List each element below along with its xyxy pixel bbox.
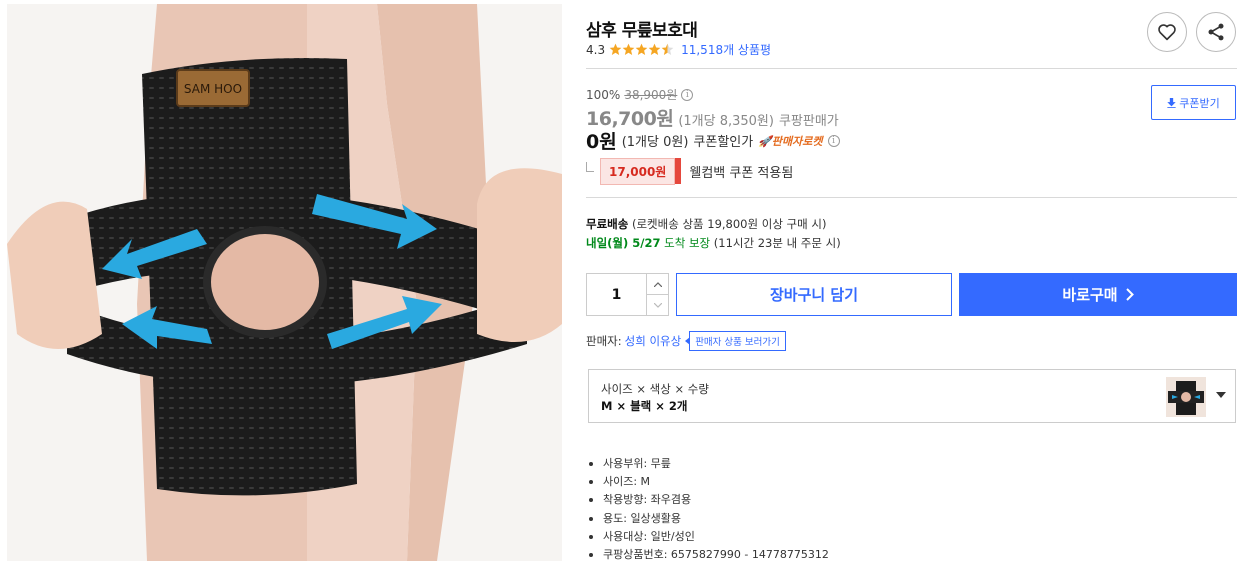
quantity-stepper[interactable]: 1	[586, 273, 669, 316]
discount-row: 100% 38,900원 i	[586, 86, 694, 103]
option-selector[interactable]: 사이즈 × 색상 × 수량 M × 블랙 × 2개	[588, 369, 1236, 423]
coupon-download-button[interactable]: 쿠폰받기	[1151, 85, 1236, 120]
free-shipping-label: 무료배송	[586, 217, 629, 231]
free-shipping-detail: (로켓배송 상품 19,800원 이상 구매 시)	[631, 217, 827, 231]
buy-now-label: 바로구매	[1062, 286, 1118, 304]
welcome-coupon-text: 웰컴백 쿠폰 적용됨	[689, 166, 794, 181]
coupon-price-row: 0원 (1개당 0원) 쿠폰할인가 🚀판매자로켓 i	[586, 127, 840, 154]
heart-icon	[1158, 24, 1176, 41]
chevron-down-icon	[653, 302, 662, 308]
share-button[interactable]	[1196, 12, 1236, 52]
quantity-arrows	[646, 274, 668, 315]
spec-list: 사용부위: 무릎 사이즈: M 착용방향: 좌우겸용 용도: 일상생활용 사용대…	[586, 455, 829, 564]
rating-row[interactable]: 4.3 11,518개 상품평	[586, 41, 771, 58]
original-price: 38,900원	[624, 88, 678, 102]
spec-item: 쿠팡상품번호: 6575827990 - 14778775312	[586, 546, 829, 564]
shipping-info: 무료배송 (로켓배송 상품 19,800원 이상 구매 시)	[586, 216, 826, 232]
brand-patch: SAM HOO	[184, 82, 242, 96]
spec-item: 사용부위: 무릎	[586, 455, 829, 473]
star-icon	[622, 43, 635, 56]
info-icon[interactable]: i	[827, 134, 840, 147]
option-value: M × 블랙 × 2개	[601, 399, 688, 413]
seller-rocket-badge: 🚀판매자로켓	[758, 134, 823, 148]
spec-item: 용도: 일상생활용	[586, 510, 829, 528]
coupon-price-label: 쿠폰할인가	[693, 135, 754, 150]
divider	[586, 197, 1237, 198]
welcome-coupon-row: 17,000원 웰컴백 쿠폰 적용됨	[586, 158, 793, 185]
option-label: 사이즈 × 색상 × 수량	[601, 382, 709, 396]
delivery-date: 내일(월) 5/27	[586, 236, 661, 250]
coupon-unit-price: (1개당 0원)	[621, 135, 689, 150]
star-icon	[609, 43, 622, 56]
knee-brace-thumbnail	[1166, 377, 1206, 417]
info-icon[interactable]: i	[681, 88, 694, 101]
spec-item: 착용방향: 좌우겸용	[586, 491, 829, 509]
knee-brace-illustration: SAM HOO	[7, 4, 562, 561]
coupon-price: 0원	[586, 131, 617, 153]
delivery-info: 내일(월) 5/27 도착 보장 (11시간 23분 내 주문 시)	[586, 235, 841, 251]
download-icon	[1167, 97, 1176, 108]
product-image[interactable]: SAM HOO	[7, 4, 562, 561]
product-info-panel: 삼후 무릎보호대 4.3 11,518개 상품평 100% 38,900원 i	[586, 0, 1237, 572]
seller-row: 판매자: 성희 이유상 판매자 상품 보러가기	[586, 331, 786, 351]
discount-rate: 100%	[586, 87, 621, 102]
seller-name-link[interactable]: 성희 이유상	[625, 333, 682, 349]
rating-score: 4.3	[586, 42, 606, 57]
quantity-input[interactable]: 1	[587, 274, 646, 315]
product-title: 삼후 무릎보호대	[586, 21, 698, 41]
quantity-up-button[interactable]	[647, 274, 668, 294]
buy-now-button[interactable]: 바로구매	[959, 273, 1237, 316]
review-count-link[interactable]: 11,518개 상품평	[681, 41, 771, 58]
divider	[586, 68, 1237, 69]
seller-products-tooltip[interactable]: 판매자 상품 보러가기	[685, 331, 786, 351]
star-rating	[609, 43, 674, 56]
half-star-icon	[661, 43, 674, 56]
option-thumbnail	[1166, 377, 1206, 417]
order-cutoff: (11시간 23분 내 주문 시)	[713, 236, 841, 250]
quantity-down-button[interactable]	[647, 294, 668, 315]
seller-prefix: 판매자:	[586, 334, 622, 348]
welcome-coupon-amount: 17,000원	[600, 158, 682, 185]
caret-down-icon	[1216, 392, 1226, 398]
spec-item: 사용대상: 일반/성인	[586, 528, 829, 546]
star-icon	[635, 43, 648, 56]
spec-item: 사이즈: M	[586, 473, 829, 491]
coupon-button-label: 쿠폰받기	[1179, 96, 1220, 110]
delivery-guarantee: 도착 보장	[664, 236, 711, 250]
share-icon	[1208, 23, 1224, 41]
chevron-up-icon	[653, 281, 662, 287]
tree-branch-line	[586, 161, 594, 172]
chevron-right-icon	[1125, 288, 1134, 301]
wishlist-button[interactable]	[1147, 12, 1187, 52]
add-to-cart-button[interactable]: 장바구니 담기	[676, 273, 952, 316]
star-icon	[648, 43, 661, 56]
